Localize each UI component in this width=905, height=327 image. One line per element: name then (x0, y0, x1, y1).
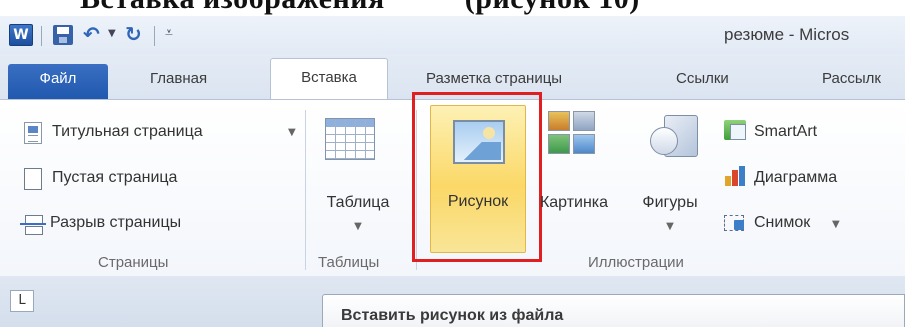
blank-page-icon (24, 168, 42, 190)
customize-toolbar-icon[interactable]: ⩡ (165, 25, 173, 41)
shapes-label: Фигуры (642, 194, 698, 211)
chevron-down-icon: ▼ (666, 221, 674, 232)
group-label-tables: Таблицы (318, 254, 380, 271)
clip-art-label: Картинка (539, 194, 609, 211)
tab-insert[interactable]: Вставка (270, 58, 388, 101)
tab-page-layout[interactable]: Разметка страницы (426, 70, 562, 87)
document-heading-fragment: Вставка изображения (рисунок 10) (0, 0, 905, 16)
chevron-down-icon: ▼ (832, 219, 840, 230)
tab-mailings[interactable]: Рассылк (822, 70, 881, 87)
save-icon[interactable] (53, 25, 73, 45)
page-break-label: Разрыв страницы (50, 214, 182, 231)
group-label-pages: Страницы (98, 254, 169, 271)
table-button[interactable]: Таблица ▼ (306, 106, 410, 246)
page-break-icon (20, 213, 46, 235)
chevron-down-icon: ▼ (288, 127, 296, 138)
undo-dropdown-icon[interactable]: ▼ (108, 28, 116, 39)
window-title: резюме - Micros (724, 25, 850, 44)
smartart-label: SmartArt (754, 123, 818, 140)
screenshot-icon (724, 211, 746, 231)
tab-stop-selector[interactable]: L (10, 290, 34, 312)
table-icon (325, 118, 375, 160)
annotation-highlight-box (412, 92, 542, 262)
ribbon-insert-panel: Титульная страница ▼ Пустая страница Раз… (0, 92, 905, 276)
toolbar-divider (41, 26, 42, 46)
picture-tooltip: Вставить рисунок из файла (322, 294, 905, 327)
tab-references[interactable]: Ссылки (676, 70, 729, 87)
table-label: Таблица (326, 194, 390, 211)
smartart-icon (724, 120, 746, 140)
tab-home[interactable]: Главная (150, 70, 207, 87)
chart-label: Диаграмма (754, 169, 838, 186)
chart-icon (724, 166, 746, 186)
screenshot-label: Снимок (754, 214, 811, 231)
toolbar-divider (154, 26, 155, 46)
word-icon[interactable]: W (9, 24, 33, 46)
undo-icon[interactable]: ↶ (83, 22, 100, 46)
tab-file[interactable]: Файл (8, 64, 108, 100)
cover-page-icon (24, 122, 42, 144)
group-label-illustrations: Иллюстрации (588, 254, 684, 271)
clip-art-icon (548, 111, 598, 157)
blank-page-label: Пустая страница (52, 169, 178, 186)
chevron-down-icon: ▼ (354, 221, 362, 232)
cover-page-label: Титульная страница (52, 123, 203, 140)
ruler-area: L Вставить рисунок из файла (0, 276, 905, 327)
quick-access-toolbar: W ↶ ▼ ↻ ⩡ резюме - Micros (0, 16, 905, 54)
redo-icon[interactable]: ↻ (125, 22, 142, 46)
shapes-icon (650, 113, 704, 165)
tooltip-title: Вставить рисунок из файла (341, 307, 564, 324)
